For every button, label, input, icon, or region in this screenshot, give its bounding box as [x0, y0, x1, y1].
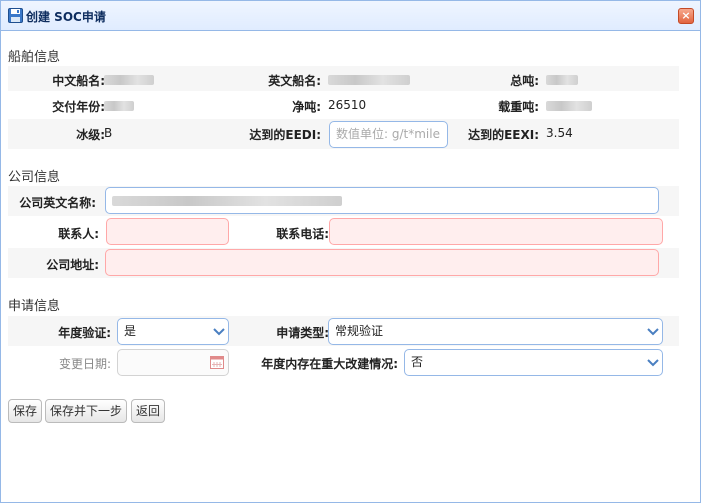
annual-verification-value: 是 [124, 324, 137, 338]
company-row-3: 公司地址: [8, 248, 679, 278]
gross-tonnage-value [546, 72, 578, 86]
dwt-label: 载重吨: [498, 100, 539, 114]
gross-tonnage-label: 总吨: [510, 74, 539, 88]
ship-info-row-3: 冰级: B 达到的EEDI: 数值单位: g/t*mile 达到的EEXI: 3… [8, 119, 679, 149]
eexi-label: 达到的EEXI: [468, 128, 539, 142]
calendar-icon[interactable] [210, 355, 224, 369]
save-and-next-button[interactable]: 保存并下一步 [45, 399, 128, 423]
application-type-value: 常规验证 [335, 324, 384, 338]
net-tonnage-value: 26510 [328, 98, 367, 112]
ship-info-row-2: 交付年份: 净吨: 26510 载重吨: [8, 91, 679, 119]
company-info-section-title: 公司信息 [8, 170, 61, 185]
application-type-label: 申请类型: [276, 326, 329, 340]
annual-verification-label: 年度验证: [58, 326, 111, 340]
address-label: 公司地址: [46, 258, 99, 272]
contact-input[interactable] [106, 218, 229, 245]
company-en-name-input[interactable] [105, 187, 659, 214]
ship-info-section-title: 船舶信息 [8, 50, 61, 65]
eedi-label: 达到的EEDI: [249, 128, 321, 142]
ship-info-row-1: 中文船名: 英文船名: 总吨: [8, 66, 679, 91]
cn-name-value [104, 72, 154, 86]
phone-label: 联系电话: [276, 227, 329, 241]
back-button[interactable]: 返回 [131, 399, 166, 423]
major-modification-select[interactable]: 否 [404, 349, 663, 376]
dialog-title: 创建 SOC申请 [26, 10, 106, 24]
net-tonnage-label: 净吨: [292, 100, 321, 114]
company-en-name-label: 公司英文名称: [19, 196, 96, 210]
chevron-down-icon[interactable] [644, 319, 662, 344]
chevron-down-icon[interactable] [644, 350, 662, 375]
annual-verification-select[interactable]: 是 [117, 318, 229, 345]
eedi-input[interactable]: 数值单位: g/t*mile [329, 121, 448, 148]
close-icon: × [681, 9, 691, 22]
contact-label: 联系人: [58, 227, 99, 241]
dialog-titlebar[interactable]: 创建 SOC申请 × [1, 1, 700, 31]
change-date-label: 变更日期: [58, 357, 111, 371]
dwt-value [546, 98, 592, 112]
soc-application-dialog: 创建 SOC申请 × 船舶信息 中文船名: 英文船名: 总吨: 交付年份: 净吨… [0, 0, 701, 503]
delivery-year-value [104, 98, 134, 112]
application-info-section-title: 申请信息 [8, 299, 61, 314]
chevron-down-icon[interactable] [210, 319, 228, 344]
ice-class-label: 冰级: [76, 128, 105, 142]
phone-input[interactable] [329, 218, 663, 245]
cn-name-label: 中文船名: [52, 74, 105, 88]
major-modification-label: 年度内存在重大改建情况: [261, 357, 398, 371]
company-row-1: 公司英文名称: [8, 186, 679, 216]
eexi-value: 3.54 [546, 126, 573, 140]
change-date-input[interactable] [117, 349, 229, 376]
company-row-2: 联系人: 联系电话: [8, 216, 679, 248]
application-row-1: 年度验证: 是 申请类型: 常规验证 [8, 316, 679, 346]
en-name-value [328, 72, 410, 86]
ice-class-value: B [104, 126, 113, 140]
address-input[interactable] [105, 249, 659, 276]
application-row-2: 变更日期: 年度内存在重大改建情况: 否 [8, 346, 679, 378]
eedi-placeholder: 数值单位: g/t*mile [336, 127, 440, 141]
close-button[interactable]: × [678, 8, 694, 24]
save-button[interactable]: 保存 [8, 399, 43, 423]
major-modification-value: 否 [411, 355, 424, 369]
application-type-select[interactable]: 常规验证 [328, 318, 663, 345]
delivery-year-label: 交付年份: [52, 100, 105, 114]
en-name-label: 英文船名: [268, 74, 321, 88]
save-icon [8, 8, 23, 23]
